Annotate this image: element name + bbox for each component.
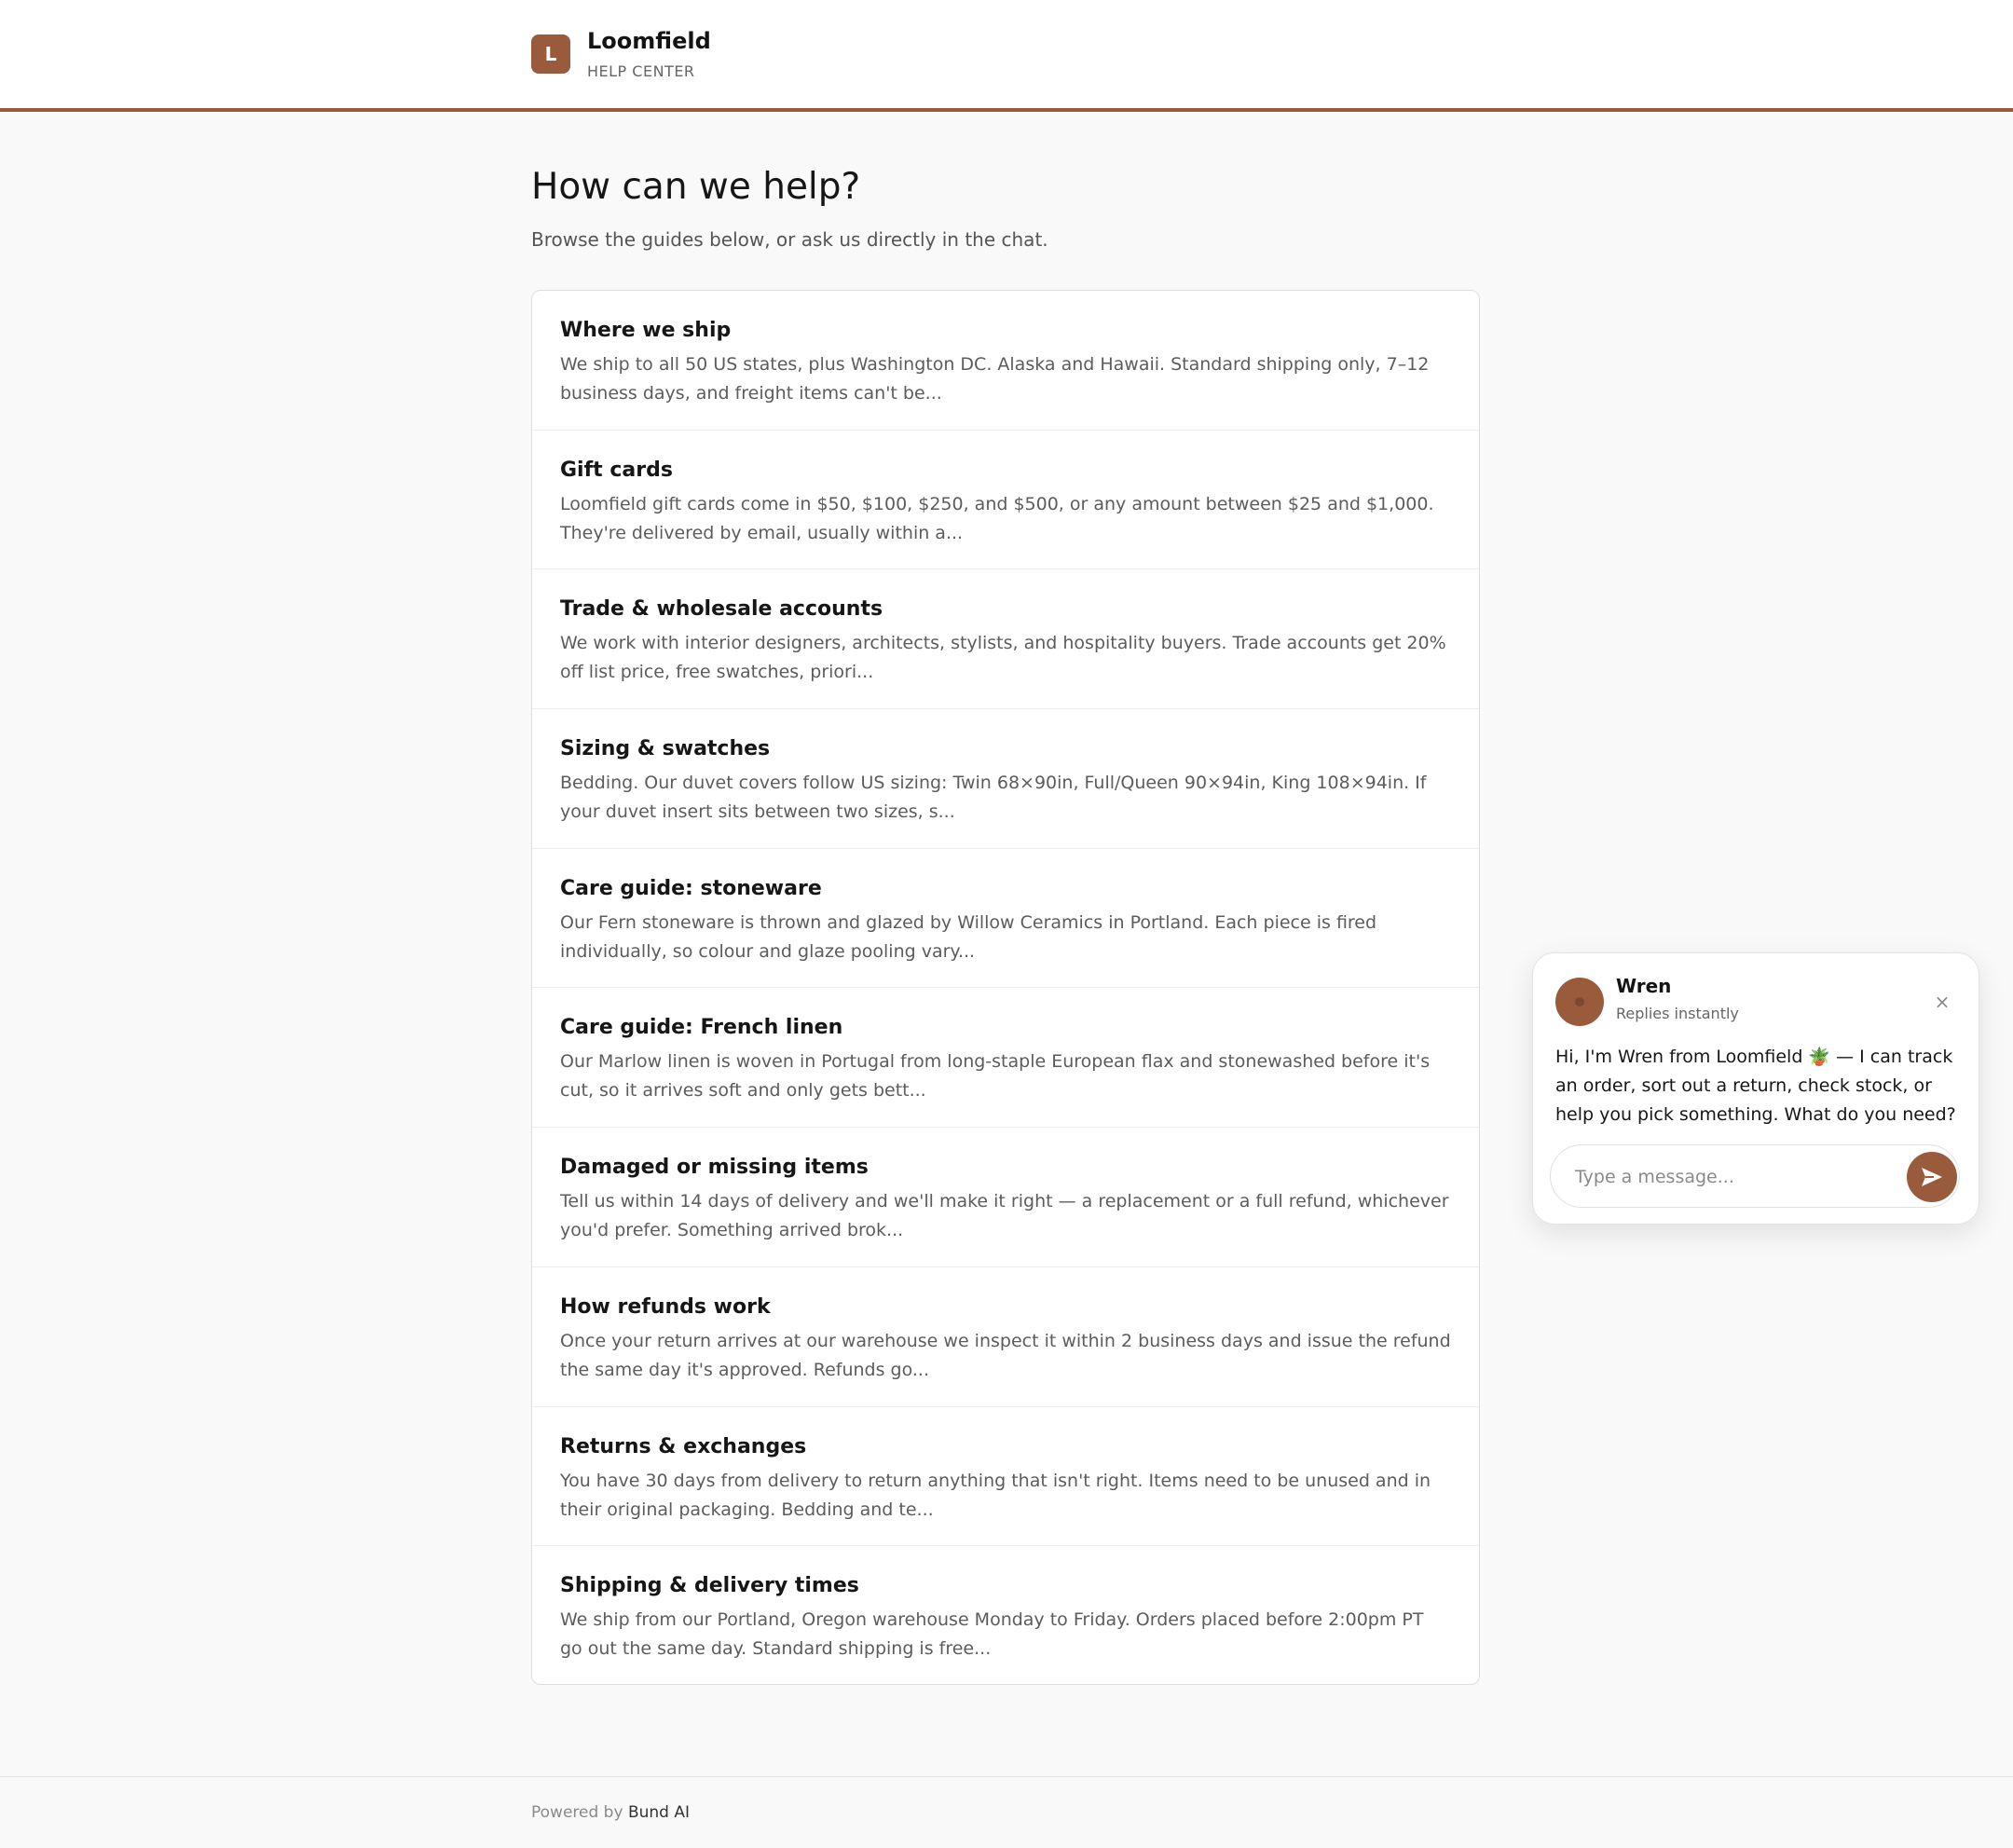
help-article-returns-exchanges[interactable]: Returns & exchanges You have 30 days fro… bbox=[532, 1407, 1479, 1547]
brand-logo[interactable]: L bbox=[531, 34, 570, 74]
article-excerpt: Bedding. Our duvet covers follow US sizi… bbox=[560, 773, 1427, 823]
article-title[interactable]: Care guide: stoneware bbox=[560, 874, 1451, 904]
article-excerpt: Once your return arrives at our warehous… bbox=[560, 1330, 1451, 1380]
agent-name: Wren bbox=[1616, 975, 1672, 997]
article-excerpt: We ship from our Portland, Oregon wareho… bbox=[560, 1609, 1424, 1660]
brand-subtitle: HELP CENTER bbox=[587, 62, 695, 80]
article-excerpt: Tell us within 14 days of delivery and w… bbox=[560, 1191, 1449, 1241]
article-excerpt: We work with interior designers, archite… bbox=[560, 633, 1446, 683]
article-excerpt: Our Fern stoneware is thrown and glazed … bbox=[560, 911, 1377, 962]
article-excerpt: We ship to all 50 US states, plus Washin… bbox=[560, 354, 1430, 404]
site-footer: Powered by Bund AI bbox=[0, 1776, 2013, 1848]
powered-by-label: Powered by bbox=[531, 1803, 623, 1822]
agent-status: Replies instantly bbox=[1616, 1005, 1739, 1022]
help-article-care-linen[interactable]: Care guide: French linen Our Marlow line… bbox=[532, 988, 1479, 1129]
help-article-sizing-swatches[interactable]: Sizing & swatches Bedding. Our duvet cov… bbox=[532, 709, 1479, 849]
article-title[interactable]: Gift cards bbox=[560, 456, 1451, 486]
article-excerpt: You have 30 days from delivery to return… bbox=[560, 1470, 1431, 1520]
help-article-refunds[interactable]: How refunds work Once your return arrive… bbox=[532, 1267, 1479, 1407]
page-subtitle: Browse the guides below, or ask us direc… bbox=[531, 228, 1048, 251]
powered-by: Powered by Bund AI bbox=[531, 1803, 690, 1822]
agent-avatar bbox=[1555, 978, 1604, 1026]
site-header: L Loomfield HELP CENTER bbox=[0, 0, 2013, 112]
avatar-dot bbox=[1575, 997, 1584, 1006]
article-excerpt: Loomfield gift cards come in $50, $100, … bbox=[560, 493, 1434, 543]
help-article-gift-cards[interactable]: Gift cards Loomfield gift cards come in … bbox=[532, 431, 1479, 570]
close-icon[interactable]: × bbox=[1929, 989, 1955, 1015]
chat-greeting-message: Hi, I'm Wren from Loomfield 🪴 — I can tr… bbox=[1555, 1047, 1956, 1125]
help-article-shipping-delivery[interactable]: Shipping & delivery times We ship from o… bbox=[532, 1546, 1479, 1684]
send-icon bbox=[1922, 1168, 1942, 1186]
article-title[interactable]: Care guide: French linen bbox=[560, 1013, 1451, 1043]
article-title[interactable]: Shipping & delivery times bbox=[560, 1571, 1451, 1601]
brand-name[interactable]: Loomfield bbox=[587, 28, 711, 54]
page-title: How can we help? bbox=[531, 166, 861, 208]
help-article-where-we-ship[interactable]: Where we ship We ship to all 50 US state… bbox=[532, 291, 1479, 431]
help-article-damaged-missing[interactable]: Damaged or missing items Tell us within … bbox=[532, 1128, 1479, 1267]
chat-message-input[interactable] bbox=[1573, 1158, 1884, 1196]
article-title[interactable]: Damaged or missing items bbox=[560, 1153, 1451, 1183]
chat-input-box bbox=[1550, 1144, 1960, 1208]
help-article-care-stoneware[interactable]: Care guide: stoneware Our Fern stoneware… bbox=[532, 849, 1479, 989]
powered-by-link[interactable]: Bund AI bbox=[628, 1803, 690, 1822]
help-article-list: Where we ship We ship to all 50 US state… bbox=[531, 290, 1480, 1685]
article-title[interactable]: Where we ship bbox=[560, 316, 1451, 346]
chat-widget: Wren Replies instantly × Hi, I'm Wren fr… bbox=[1532, 952, 1979, 1225]
article-title[interactable]: How refunds work bbox=[560, 1293, 1451, 1322]
article-title[interactable]: Trade & wholesale accounts bbox=[560, 595, 1451, 624]
help-article-trade-wholesale[interactable]: Trade & wholesale accounts We work with … bbox=[532, 569, 1479, 710]
send-button[interactable] bbox=[1907, 1152, 1957, 1202]
article-excerpt: Our Marlow linen is woven in Portugal fr… bbox=[560, 1051, 1431, 1102]
article-title[interactable]: Sizing & swatches bbox=[560, 734, 1451, 764]
article-title[interactable]: Returns & exchanges bbox=[560, 1432, 1451, 1462]
